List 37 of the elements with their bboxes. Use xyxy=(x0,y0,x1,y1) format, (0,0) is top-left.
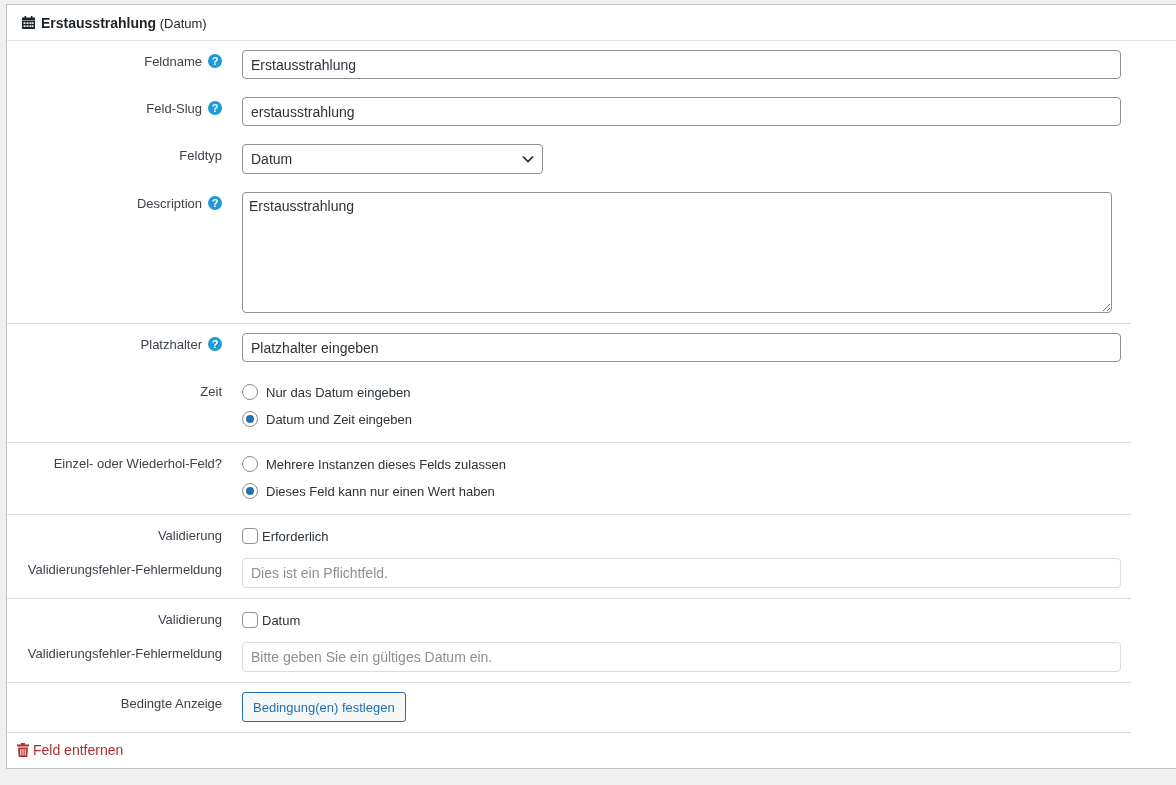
radio-label[interactable]: Nur das Datum eingeben xyxy=(266,384,411,400)
text-input[interactable]: Dies ist ein Pflichtfeld. xyxy=(242,558,1121,588)
radio-label[interactable]: Dieses Feld kann nur einen Wert haben xyxy=(266,483,495,499)
field-label: Platzhalter xyxy=(140,337,202,352)
radio-button[interactable] xyxy=(242,411,258,427)
set-conditions-button[interactable]: Bedingung(en) festlegen xyxy=(242,692,406,722)
calendar-icon xyxy=(22,16,35,29)
description-textarea[interactable]: Erstausstrahlung xyxy=(242,192,1112,313)
radio-button[interactable] xyxy=(242,483,258,499)
checkbox-label[interactable]: Datum xyxy=(262,612,301,628)
field-label: Feld-Slug xyxy=(146,101,202,116)
radio-button[interactable] xyxy=(242,456,258,472)
field-label: Einzel- oder Wiederhol-Feld? xyxy=(53,456,222,471)
field-label: Validierungsfehler-Fehlermeldung xyxy=(27,562,222,577)
trash-icon xyxy=(17,743,29,757)
field-label: Validierungsfehler-Fehlermeldung xyxy=(27,646,222,661)
select-dropdown[interactable]: Datum xyxy=(242,144,543,174)
checkbox[interactable] xyxy=(242,528,258,544)
panel-title: Erstausstrahlung (Datum) xyxy=(41,14,207,31)
radio-label[interactable]: Datum und Zeit eingeben xyxy=(266,411,412,427)
text-input[interactable]: erstausstrahlung xyxy=(242,97,1121,126)
text-input[interactable]: Erstausstrahlung xyxy=(242,50,1121,79)
field-label: Feldname xyxy=(144,54,202,69)
checkbox-label[interactable]: Erforderlich xyxy=(262,528,329,544)
checkbox[interactable] xyxy=(242,612,258,628)
field-label: Validierung xyxy=(157,612,222,627)
field-label: Feldtyp xyxy=(179,148,222,163)
chevron-down-icon xyxy=(522,155,534,163)
radio-label[interactable]: Mehrere Instanzen dieses Felds zulassen xyxy=(266,456,506,472)
field-label: Zeit xyxy=(200,384,222,399)
radio-button[interactable] xyxy=(242,384,258,400)
field-label: Bedingte Anzeige xyxy=(120,696,222,711)
field-label: Description xyxy=(136,196,202,211)
text-input[interactable]: Bitte geben Sie ein gültiges Datum ein. xyxy=(242,642,1121,672)
remove-field-link[interactable]: Feld entfernen xyxy=(17,742,124,758)
field-label: Validierung xyxy=(157,528,222,543)
text-input[interactable]: Platzhalter eingeben xyxy=(242,333,1121,362)
